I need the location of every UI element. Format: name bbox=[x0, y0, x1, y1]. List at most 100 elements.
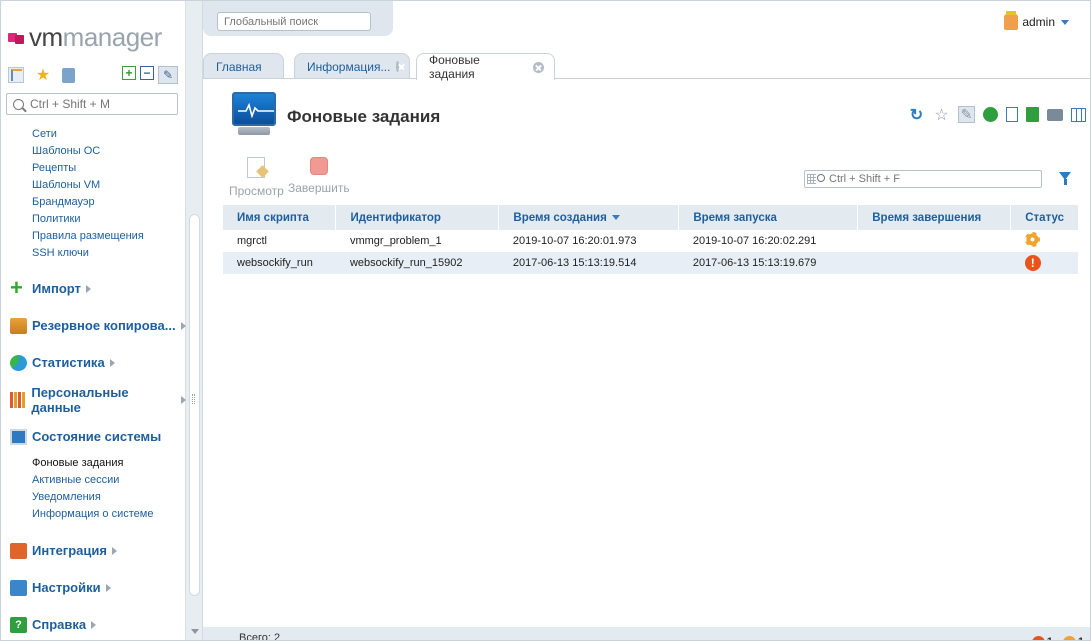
sidebar-item-system-info[interactable]: Информация о системе bbox=[32, 506, 186, 523]
close-tab-icon[interactable] bbox=[533, 61, 544, 73]
sidebar-item-policies[interactable]: Политики bbox=[32, 211, 186, 228]
tab-background-jobs[interactable]: Фоновые задания bbox=[416, 53, 555, 81]
cell-id: websockify_run_15902 bbox=[335, 252, 499, 274]
sidebar-group-system-state[interactable]: Состояние системы bbox=[0, 418, 186, 455]
cell-started: 2017-06-13 15:13:19.679 bbox=[678, 252, 858, 274]
tab-home[interactable]: Главная bbox=[203, 53, 284, 79]
col-created-time[interactable]: Время создания bbox=[498, 205, 680, 230]
close-tab-icon[interactable] bbox=[396, 61, 399, 72]
warning-count: 1 bbox=[1047, 631, 1053, 641]
favorites-star-icon[interactable]: ★ bbox=[35, 67, 51, 84]
sidebar-group-backup[interactable]: Резервное копирова... bbox=[0, 307, 186, 344]
gear-icon bbox=[1062, 635, 1076, 641]
star-icon[interactable]: ☆ bbox=[933, 106, 950, 124]
sidebar-item-ssh-keys[interactable]: SSH ключи bbox=[32, 245, 186, 262]
sidebar-item-background-jobs[interactable]: Фоновые задания bbox=[32, 455, 186, 472]
sidebar-item-placement-rules[interactable]: Правила размещения bbox=[32, 228, 186, 245]
tab-info[interactable]: Информация... bbox=[294, 53, 410, 79]
view-document-icon bbox=[247, 157, 266, 178]
excel-icon[interactable] bbox=[1026, 107, 1039, 122]
vmmanager-logo[interactable]: vmmanager bbox=[8, 22, 162, 52]
backup-icon bbox=[10, 317, 27, 334]
sidebar-group-settings[interactable]: Настройки bbox=[0, 569, 186, 606]
refresh-icon[interactable]: ↻ bbox=[908, 106, 925, 124]
pin-icon[interactable]: ✎ bbox=[958, 106, 975, 123]
chevron-right-icon bbox=[105, 583, 111, 592]
cell-id: vmmgr_problem_1 bbox=[335, 230, 499, 252]
sidebar-item-notifications[interactable]: Уведомления bbox=[32, 489, 186, 506]
table-header-row: Имя скрипта Идентификатор Время создания… bbox=[223, 205, 1078, 230]
sidebar-item-os-templates[interactable]: Шаблоны ОС bbox=[32, 143, 186, 160]
logo-vm-text: vm bbox=[29, 22, 63, 52]
document-icon[interactable] bbox=[1006, 107, 1018, 122]
sidebar-item-vm-templates[interactable]: Шаблоны VM bbox=[32, 177, 186, 194]
sort-desc-icon bbox=[611, 214, 620, 220]
sidebar-group-help[interactable]: ? Справка bbox=[0, 606, 186, 641]
stop-icon bbox=[309, 157, 328, 175]
total-count: Всего: 2 bbox=[239, 632, 281, 641]
col-end-time[interactable]: Время завершения bbox=[857, 205, 1012, 230]
global-search-input[interactable] bbox=[217, 12, 371, 31]
help-icon: ? bbox=[10, 616, 27, 633]
sidebar-menu: Сети Шаблоны ОС Рецепты Шаблоны VM Бранд… bbox=[0, 126, 186, 641]
user-menu[interactable]: admin bbox=[1004, 11, 1069, 30]
chevron-right-icon bbox=[109, 358, 115, 367]
sidebar-group-personal-data[interactable]: Персональные данные bbox=[0, 381, 186, 418]
clipboard-icon[interactable] bbox=[62, 67, 75, 83]
tab-bar: Главная Информация... Фоновые задания bbox=[203, 52, 1091, 81]
col-script-name[interactable]: Имя скрипта bbox=[223, 205, 337, 230]
sidebar-group-statistics[interactable]: Статистика bbox=[0, 344, 186, 381]
warning-icon: ! bbox=[1024, 255, 1041, 271]
col-status[interactable]: Статус bbox=[1010, 205, 1078, 230]
sidebar-item-firewall[interactable]: Брандмауэр bbox=[32, 194, 186, 211]
page-toolbar: ↻ ☆ ✎ bbox=[908, 106, 1086, 124]
table-row[interactable]: websockify_run websockify_run_15902 2017… bbox=[223, 252, 1078, 274]
group-label: Настройки bbox=[32, 580, 101, 595]
collapse-all-icon[interactable]: − bbox=[140, 66, 154, 80]
monitor-icon bbox=[10, 428, 27, 445]
settings-icon bbox=[10, 579, 27, 596]
print-icon[interactable] bbox=[1047, 108, 1063, 121]
tree-view-icon[interactable] bbox=[8, 67, 24, 83]
sidebar-search[interactable] bbox=[6, 93, 178, 115]
cell-status bbox=[1010, 230, 1078, 252]
sidebar-item-active-sessions[interactable]: Активные сессии bbox=[32, 472, 186, 489]
scrollbar-thumb[interactable] bbox=[189, 214, 200, 596]
sidebar-item-recipes[interactable]: Рецепты bbox=[32, 160, 186, 177]
sidebar-toolbar: ★ + − ✎ bbox=[8, 66, 178, 84]
col-start-time[interactable]: Время запуска bbox=[678, 205, 859, 230]
logo-mark-icon bbox=[8, 30, 26, 44]
col-identifier[interactable]: Идентификатор bbox=[335, 205, 500, 230]
table-filter-input[interactable] bbox=[829, 173, 1029, 185]
sidebar-group-import[interactable]: Импорт bbox=[0, 270, 186, 307]
tab-label: Информация... bbox=[307, 59, 391, 74]
sidebar-group-integration[interactable]: Интеграция bbox=[0, 532, 186, 569]
pin-icon[interactable]: ✎ bbox=[158, 66, 178, 84]
columns-icon[interactable] bbox=[1071, 107, 1086, 122]
sidebar-search-input[interactable] bbox=[30, 97, 170, 111]
group-label: Импорт bbox=[32, 281, 81, 296]
finish-label: Завершить bbox=[288, 181, 350, 195]
scroll-down-arrow-icon[interactable] bbox=[191, 629, 199, 634]
globe-icon[interactable] bbox=[983, 107, 998, 122]
monitor-pulse-icon bbox=[230, 92, 278, 136]
table-row[interactable]: mgrctl vmmgr_problem_1 2019-10-07 16:20:… bbox=[223, 230, 1078, 252]
resize-grip-icon[interactable] bbox=[192, 394, 195, 404]
global-search-area bbox=[203, 0, 393, 36]
chevron-right-icon bbox=[85, 284, 91, 293]
group-label: Справка bbox=[32, 617, 87, 632]
cell-script: websockify_run bbox=[223, 252, 336, 274]
logo-manager-text: manager bbox=[62, 22, 163, 52]
sidebar-item-networks[interactable]: Сети bbox=[32, 126, 186, 143]
funnel-filter-icon[interactable] bbox=[1059, 172, 1071, 185]
page-title: Фоновые задания bbox=[287, 107, 441, 126]
expand-all-icon[interactable]: + bbox=[122, 66, 136, 80]
group-label: Резервное копирова... bbox=[32, 318, 176, 333]
cell-finished bbox=[857, 230, 1011, 252]
table-filter[interactable] bbox=[804, 170, 1042, 188]
group-label: Состояние системы bbox=[32, 429, 162, 444]
finish-button[interactable]: Завершить bbox=[288, 157, 350, 195]
view-button[interactable]: Просмотр bbox=[229, 157, 284, 198]
sidebar-scrollbar[interactable] bbox=[186, 0, 203, 641]
cell-finished bbox=[857, 252, 1011, 274]
